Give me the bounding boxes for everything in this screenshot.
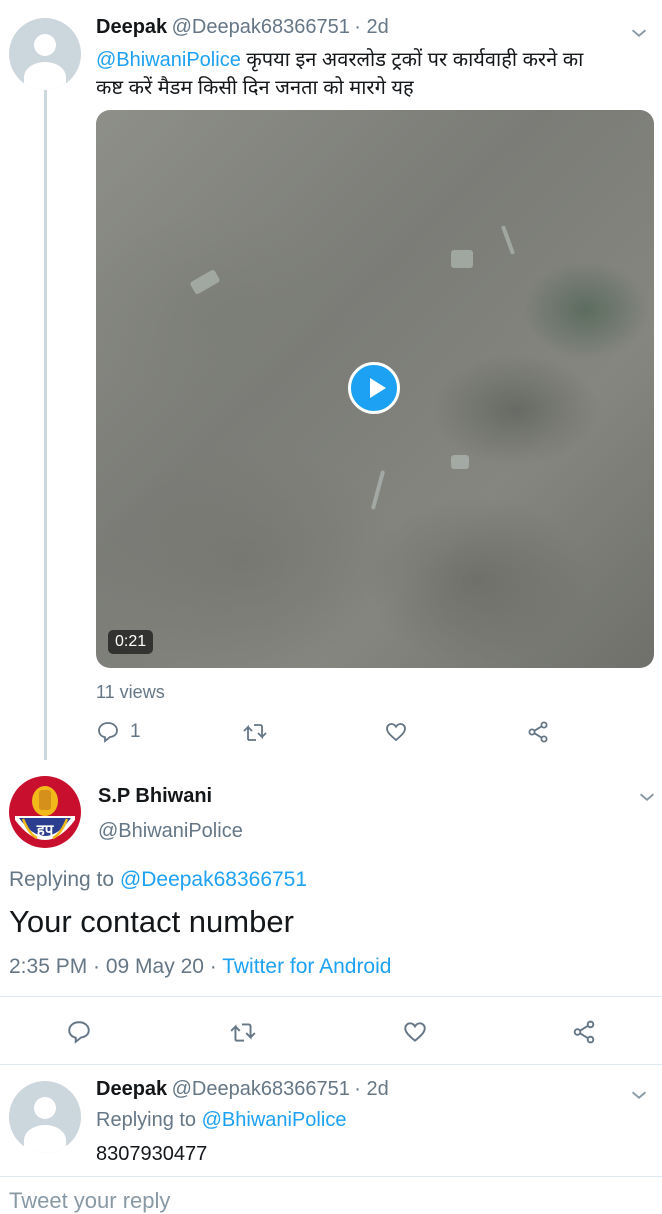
share-icon <box>528 721 548 743</box>
tweet-header: Deepak @Deepak68366751 · 2d <box>96 1078 389 1101</box>
badge-text: हप <box>36 822 54 839</box>
like-action[interactable] <box>402 1019 428 1045</box>
retweet-action[interactable] <box>229 1019 257 1045</box>
avatar-badge[interactable]: हप <box>9 776 81 848</box>
heart-icon <box>386 723 406 742</box>
author-handle: @BhiwaniPolice <box>98 820 243 842</box>
share-icon <box>573 1020 595 1044</box>
author-name[interactable]: Deepak <box>96 1078 167 1100</box>
tweet-body: @BhiwaniPolice कृपया इन अवरलोड ट्रकों पर… <box>96 46 656 102</box>
divider <box>0 996 662 997</box>
tweet-text: Your contact number <box>9 904 294 939</box>
reply-action[interactable] <box>66 1019 92 1045</box>
tweet-time: · 2d <box>354 1078 389 1100</box>
retweet-icon <box>230 1023 256 1042</box>
reply-action[interactable]: 1 <box>96 720 141 744</box>
mention-link[interactable]: @BhiwaniPolice <box>96 49 241 71</box>
share-action[interactable] <box>571 1019 597 1045</box>
divider <box>0 1176 662 1177</box>
chevron-down-icon[interactable] <box>636 786 658 808</box>
reply-count: 1 <box>130 721 141 742</box>
thread-connector <box>44 90 47 760</box>
replying-label: Replying to <box>96 1109 202 1131</box>
tweet-text: 8307930477 <box>96 1143 208 1165</box>
author-handle: @Deepak68366751 <box>171 16 350 38</box>
replying-label: Replying to <box>9 868 120 891</box>
retweet-action[interactable] <box>242 720 268 744</box>
tweet-text-line2: कष्ट करें मैडम किसी दिन जनता को मारगे यह <box>96 77 414 99</box>
chevron-down-icon[interactable] <box>628 22 650 44</box>
tweet-text-line1: कृपया इन अवरलोड ट्रकों पर कार्यवाही करने… <box>240 49 584 71</box>
author-name[interactable]: S.P Bhiwani <box>98 785 212 808</box>
replying-to: Replying to @Deepak68366751 <box>9 868 307 892</box>
video-player[interactable]: 0:21 <box>96 110 654 668</box>
divider <box>0 1064 662 1065</box>
author-handle: @Deepak68366751 <box>171 1078 350 1100</box>
reply-icon <box>68 1021 90 1044</box>
video-duration: 0:21 <box>108 630 154 654</box>
play-button[interactable] <box>348 362 400 414</box>
chevron-down-icon[interactable] <box>628 1084 650 1106</box>
reply-icon <box>98 722 118 743</box>
tweet-timestamp: 2:35 PM · 09 May 20 · Twitter for Androi… <box>9 955 391 979</box>
retweet-icon <box>243 724 267 741</box>
replying-to-link[interactable]: @BhiwaniPolice <box>202 1109 347 1131</box>
tweet-source-link[interactable]: Twitter for Android <box>222 955 391 978</box>
view-count: 11 views <box>96 682 165 702</box>
author-name[interactable]: Deepak <box>96 16 167 38</box>
avatar[interactable] <box>9 1081 81 1153</box>
like-action[interactable] <box>384 720 408 744</box>
reply-composer-input[interactable]: Tweet your reply <box>9 1188 170 1214</box>
share-action[interactable] <box>526 720 550 744</box>
replying-to: Replying to @BhiwaniPolice <box>96 1109 346 1132</box>
tweet-time: · 2d <box>354 16 389 38</box>
heart-icon <box>404 1022 426 1042</box>
avatar[interactable] <box>9 18 81 90</box>
timestamp-text: 2:35 PM · 09 May 20 · <box>9 955 223 978</box>
replying-to-link[interactable]: @Deepak68366751 <box>120 868 307 891</box>
tweet-header: Deepak @Deepak68366751 · 2d <box>96 16 389 39</box>
